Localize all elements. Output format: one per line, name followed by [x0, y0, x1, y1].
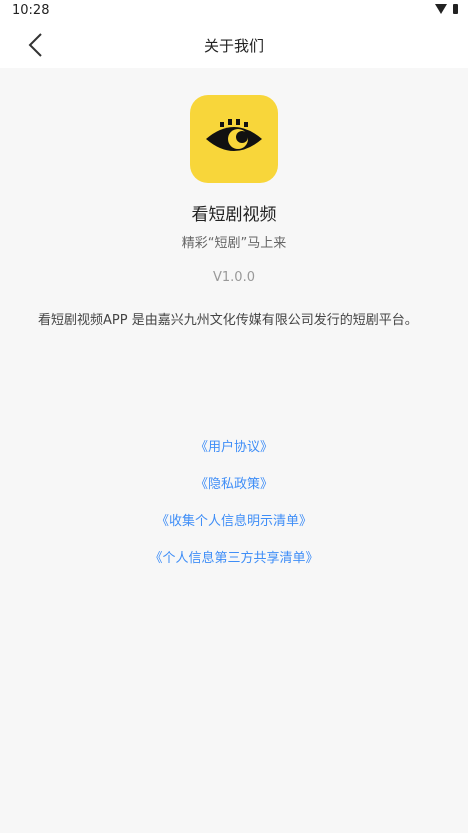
- app-version: V1.0.0: [213, 270, 255, 285]
- status-icons: [435, 4, 458, 14]
- link-personal-info-list[interactable]: 《收集个人信息明示清单》: [0, 512, 468, 549]
- wifi-icon: [435, 4, 447, 14]
- link-third-party-sharing-list[interactable]: 《个人信息第三方共享清单》: [0, 549, 468, 586]
- app-icon: [190, 95, 278, 183]
- battery-icon: [453, 4, 458, 14]
- app-slogan: 精彩“短剧”马上来: [181, 236, 287, 251]
- page-title: 关于我们: [203, 37, 264, 55]
- app-name: 看短剧视频: [191, 205, 277, 225]
- eye-logo-icon: [206, 119, 262, 151]
- link-user-agreement[interactable]: 《用户协议》: [0, 438, 468, 475]
- agreement-links: 《用户协议》 《隐私政策》 《收集个人信息明示清单》 《个人信息第三方共享清单》: [0, 438, 468, 586]
- navigation-bar: 关于我们: [0, 22, 468, 68]
- status-time: 10:28: [12, 3, 50, 18]
- app-description: 看短剧视频APP 是由嘉兴九州文化传媒有限公司发行的短剧平台。: [38, 313, 418, 328]
- link-privacy-policy[interactable]: 《隐私政策》: [0, 475, 468, 512]
- status-bar: 10:28: [0, 0, 468, 22]
